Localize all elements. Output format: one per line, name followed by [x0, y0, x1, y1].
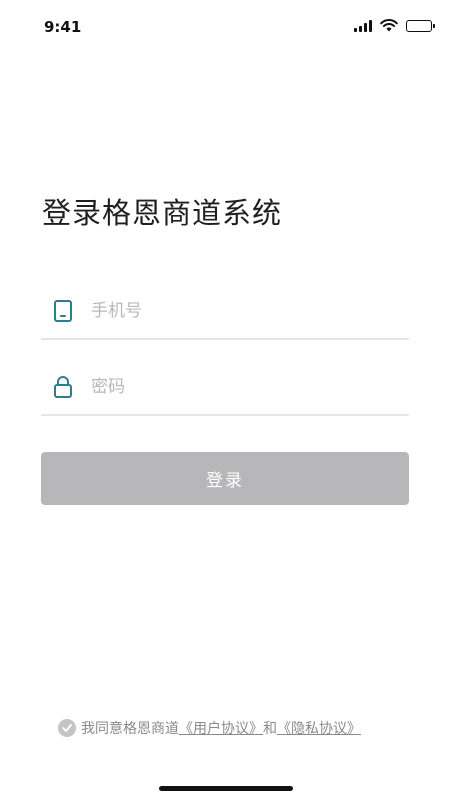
agreement: 我同意格恩商道 《用户协议》 和 《隐私协议》 — [58, 718, 361, 738]
page-title: 登录格恩商道系统 — [42, 196, 283, 230]
home-indicator — [159, 786, 293, 791]
battery-icon — [406, 19, 435, 32]
status-bar: 9:41 — [0, 0, 450, 56]
password-field[interactable] — [41, 360, 409, 416]
phone-icon — [51, 299, 75, 323]
password-input[interactable] — [91, 377, 371, 397]
phone-input[interactable] — [91, 301, 371, 321]
agreement-checkbox[interactable] — [58, 719, 76, 737]
check-icon — [62, 724, 72, 732]
phone-field[interactable] — [41, 284, 409, 340]
lock-icon — [51, 375, 75, 399]
wifi-icon — [380, 19, 398, 32]
agreement-and: 和 — [263, 721, 277, 737]
status-time: 9:41 — [44, 18, 82, 36]
agreement-prefix: 我同意格恩商道 — [81, 721, 179, 737]
login-button[interactable]: 登录 — [41, 452, 409, 505]
privacy-policy-link[interactable]: 《隐私协议》 — [277, 718, 361, 738]
user-agreement-link[interactable]: 《用户协议》 — [179, 718, 263, 738]
status-icons — [354, 19, 435, 32]
signal-icon — [354, 19, 372, 32]
